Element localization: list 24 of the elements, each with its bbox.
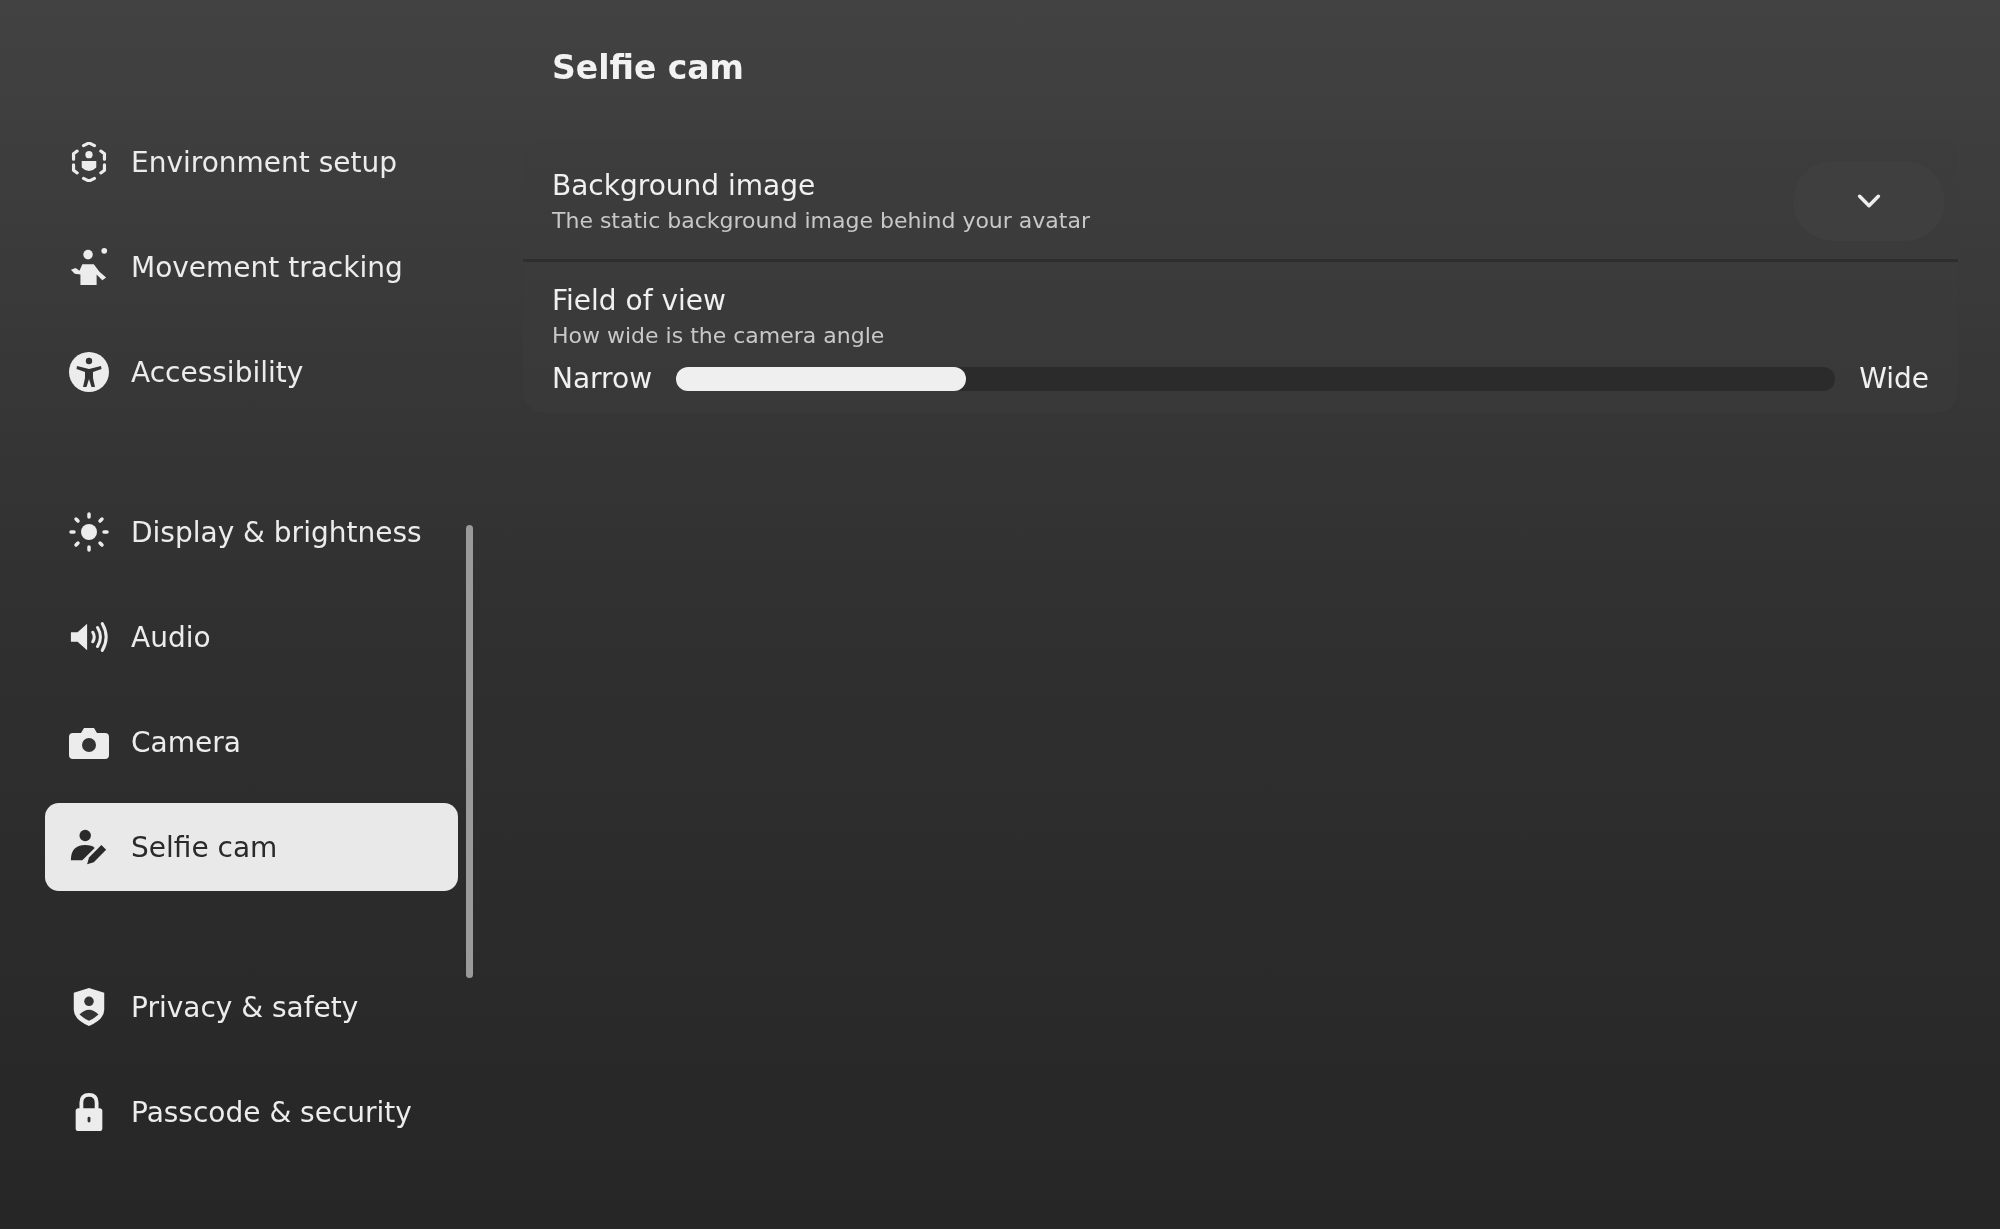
slider-track[interactable] [676, 366, 1836, 391]
setting-description: The static background image behind your avatar [552, 208, 1090, 233]
scrollbar[interactable] [466, 525, 473, 978]
sidebar-item[interactable]: Environment setup [45, 118, 458, 206]
person-frame-icon [69, 142, 109, 182]
sun-icon [69, 512, 109, 552]
sidebar-item[interactable]: Accessibility [45, 328, 458, 416]
sidebar-item[interactable]: Selfie cam [45, 803, 458, 891]
sidebar-item[interactable]: Privacy & safety [45, 963, 458, 1051]
slider-min-label: Narrow [552, 362, 653, 395]
person-pencil-icon [69, 827, 109, 867]
sidebar-item[interactable]: Passcode & security [45, 1068, 458, 1156]
setting-description: How wide is the camera angle [552, 323, 885, 348]
setting-title: Field of view [552, 284, 727, 317]
sidebar-item[interactable]: Camera [45, 698, 458, 786]
accessibility-icon [69, 352, 109, 392]
slider-max-label: Wide [1859, 362, 1929, 395]
person-waving-icon [69, 247, 109, 287]
sidebar-item[interactable]: Audio [45, 593, 458, 681]
chevron-down-icon [1857, 194, 1881, 208]
setting-title: Background image [552, 169, 817, 202]
page-title: Selfie cam [552, 48, 745, 87]
sidebar-item[interactable]: Display & brightness [45, 488, 458, 576]
sidebar-item[interactable]: Movement tracking [45, 223, 458, 311]
